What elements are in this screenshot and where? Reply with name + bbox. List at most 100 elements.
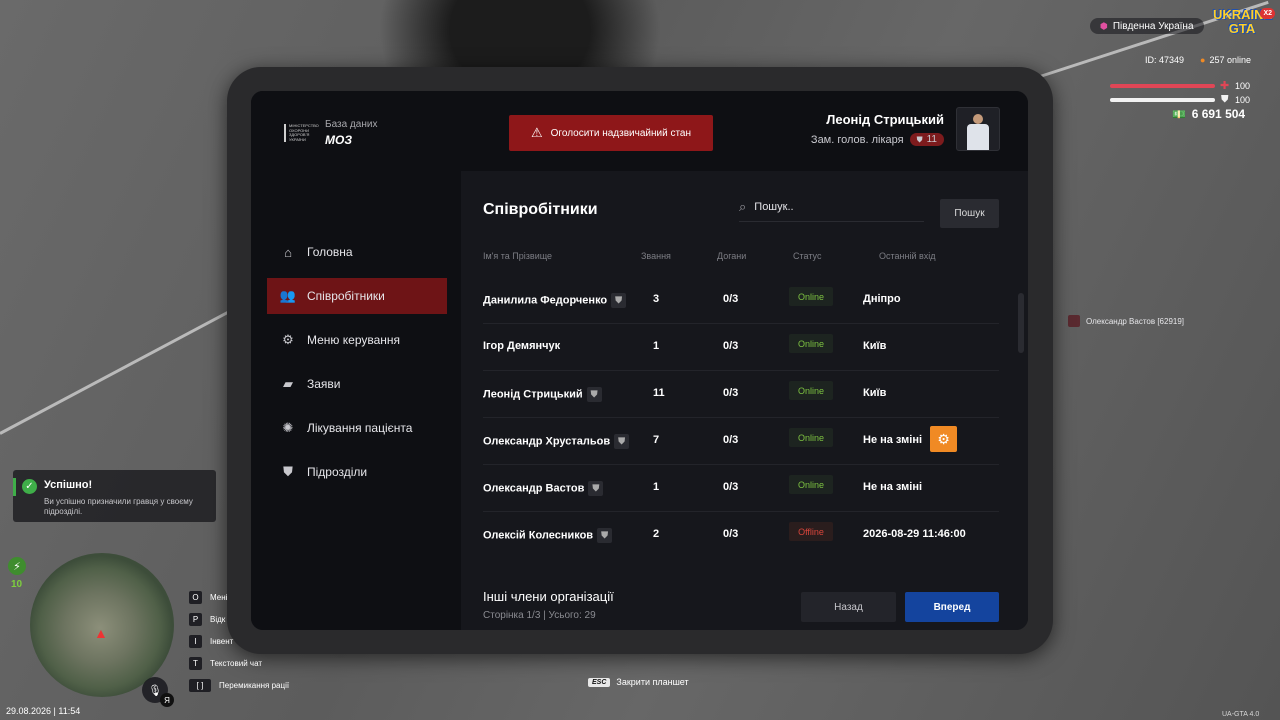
search-input[interactable]	[752, 200, 907, 214]
table-row[interactable]: Ігор Демянчук 1 0/3 Online Київ	[483, 324, 999, 371]
employee-name-cell: Олексій Колесников ⛊	[483, 528, 613, 543]
server-icon: ⬢	[1100, 20, 1108, 31]
employee-reprimands: 0/3	[723, 481, 739, 493]
table-row[interactable]: Олексій Колесников ⛊ 2 0/3 Offline 2026-0…	[483, 512, 999, 558]
employee-last-login: Не на зміні	[863, 434, 923, 446]
minimap: ▲	[30, 553, 174, 697]
employee-name: Данилила Федорченко	[483, 294, 608, 307]
keybind-row: P Відк	[189, 612, 289, 627]
energy-icon: ⚡	[8, 557, 26, 575]
employee-reprimands: 0/3	[723, 434, 739, 446]
rank-badge: ⛊ 11	[909, 133, 944, 146]
key-cap: O	[189, 591, 202, 604]
player-nametag: Олександр Вастов [62919]	[1068, 315, 1184, 327]
keybind-list: O Мені P Відк I Інвент T Текстовий чат [ ] Пе…	[189, 590, 289, 700]
pagination-info: Сторінка 1/3 | Усього: 29	[483, 610, 596, 621]
keybind-row: I Інвент	[189, 634, 289, 649]
ministry-org-line: МІНІСТЕРСТВО ОХОРОНИ ЗДОРОВʼЯ УКРАЇНИ	[289, 123, 319, 142]
close-tablet-hint: ESC Закрити планшет	[588, 677, 689, 687]
virus-icon: ✺	[282, 420, 294, 435]
topbar: МІНІСТЕРСТВО ОХОРОНИ ЗДОРОВʼЯ УКРАЇНИ Ба…	[251, 91, 1028, 171]
health-value: 100	[1235, 81, 1251, 91]
employee-rank: 3	[653, 293, 660, 305]
table-row[interactable]: Леонід Стрицький ⛊ 11 0/3 Online Київ	[483, 371, 999, 418]
employee-rank: 1	[653, 481, 660, 493]
check-icon: ✓	[22, 479, 37, 494]
emergency-button-label: Оголосити надзвичайний стан	[550, 127, 692, 139]
version-label: UA-GTA 4.0	[1222, 711, 1260, 718]
column-header-status: Статус	[793, 251, 822, 261]
keybind-row: [ ] Перемикання рації	[189, 678, 289, 693]
nametag-text: Олександр Вастов [62919]	[1086, 316, 1185, 326]
sidebar-item-control-menu[interactable]: ⚙ Меню керування	[267, 322, 447, 358]
money-icon: 💵	[1172, 108, 1186, 121]
employee-name-cell: Олександр Хрустальов ⛊	[483, 434, 630, 449]
online-count: ● 257 online	[1200, 55, 1251, 65]
next-button[interactable]: Вперед	[905, 592, 999, 622]
sidebar-item-divisions[interactable]: ⛊ Підрозділи	[267, 454, 447, 490]
employee-rank: 7	[653, 434, 660, 446]
employee-last-login: Київ	[863, 340, 887, 352]
shield-icon: ⛊	[283, 464, 293, 479]
toast-title: Успішно!	[44, 479, 93, 491]
employees-table: Данилила Федорченко ⛊ 3 0/3 Online Дніпро…	[483, 277, 999, 558]
search-button[interactable]: Пошук	[940, 199, 999, 228]
status-badge: Online	[789, 475, 833, 494]
status-badge: Online	[789, 381, 833, 400]
money-value: 6 691 504	[1191, 107, 1246, 121]
sidebar-nav: ⌂ Головна 👥 Співробітники ⚙ Меню керуван…	[267, 234, 447, 498]
keybind-label: Інвент	[210, 637, 234, 646]
shield-icon: ⛊	[597, 528, 613, 543]
user-role: Зам. голов. лікаря	[810, 133, 904, 146]
keybind-row: O Мені	[189, 590, 289, 605]
back-button[interactable]: Назад	[801, 592, 896, 622]
sidebar-item-patient-treatment[interactable]: ✺ Лікування пацієнта	[267, 410, 447, 446]
key-cap: [ ]	[189, 679, 211, 692]
key-cap: I	[189, 635, 202, 648]
keyboard-language: Я	[160, 693, 174, 707]
employee-reprimands: 0/3	[723, 528, 739, 540]
table-row[interactable]: Олександр Хрустальов ⛊ 7 0/3 Online Не на…	[483, 418, 999, 465]
server-name: Південна Україна	[1112, 20, 1194, 32]
employee-reprimands: 0/3	[723, 387, 739, 399]
employee-last-login: Київ	[863, 387, 887, 399]
shield-icon: ⛊	[611, 293, 627, 308]
table-row[interactable]: Данилила Федорченко ⛊ 3 0/3 Online Дніпро	[483, 277, 999, 324]
sidebar-item-label: Співробітники	[307, 289, 385, 303]
column-header-reprimands: Догани	[717, 251, 747, 261]
column-header-rank: Звання	[641, 251, 671, 261]
employee-rank: 1	[653, 340, 660, 352]
table-scrollbar[interactable]	[1018, 293, 1024, 353]
keybind-label: Мені	[210, 593, 228, 602]
table-row[interactable]: Олександр Вастов ⛊ 1 0/3 Online Не на змі…	[483, 465, 999, 512]
employee-rank: 11	[653, 387, 665, 399]
sidebar-item-home[interactable]: ⌂ Головна	[267, 234, 447, 270]
toast-text: Ви успішно призначили гравця у своєму пі…	[44, 497, 193, 516]
home-icon: ⌂	[284, 244, 292, 260]
keybind-label: Відк	[210, 615, 226, 624]
game-logo-badge: X2	[1260, 8, 1275, 19]
key-cap: T	[189, 657, 202, 670]
sidebar-item-applications[interactable]: ▰ Заяви	[267, 366, 447, 402]
employee-reprimands: 0/3	[723, 340, 739, 352]
employee-last-login: Не на зміні	[863, 481, 923, 493]
energy-value: 10	[11, 579, 23, 590]
sidebar-item-employees[interactable]: 👥 Співробітники	[267, 278, 447, 314]
manage-employee-button[interactable]: ⚙	[930, 426, 957, 452]
employee-last-login: 2026-08-29 11:46:00	[863, 528, 966, 540]
sidebar-item-label: Заяви	[307, 377, 341, 391]
employee-name: Леонід Стрицький	[483, 388, 583, 401]
keybind-label: Текстовий чат	[210, 659, 263, 668]
player-id: ID: 47349	[1145, 55, 1185, 65]
online-text: 257 online	[1209, 55, 1251, 65]
shield-icon: ⛊	[586, 387, 602, 402]
status-badge: Offline	[789, 522, 833, 541]
armor-value: 100	[1235, 95, 1251, 105]
health-bar	[1110, 84, 1215, 88]
emergency-button[interactable]: ⚠ Оголосити надзвичайний стан	[509, 115, 713, 151]
search-box: ⌕	[739, 193, 924, 222]
sidebar-item-label: Меню керування	[307, 333, 401, 347]
employee-rank: 2	[653, 528, 660, 540]
employee-name-cell: Олександр Вастов ⛊	[483, 481, 604, 496]
warning-icon: ⚠	[530, 125, 543, 140]
